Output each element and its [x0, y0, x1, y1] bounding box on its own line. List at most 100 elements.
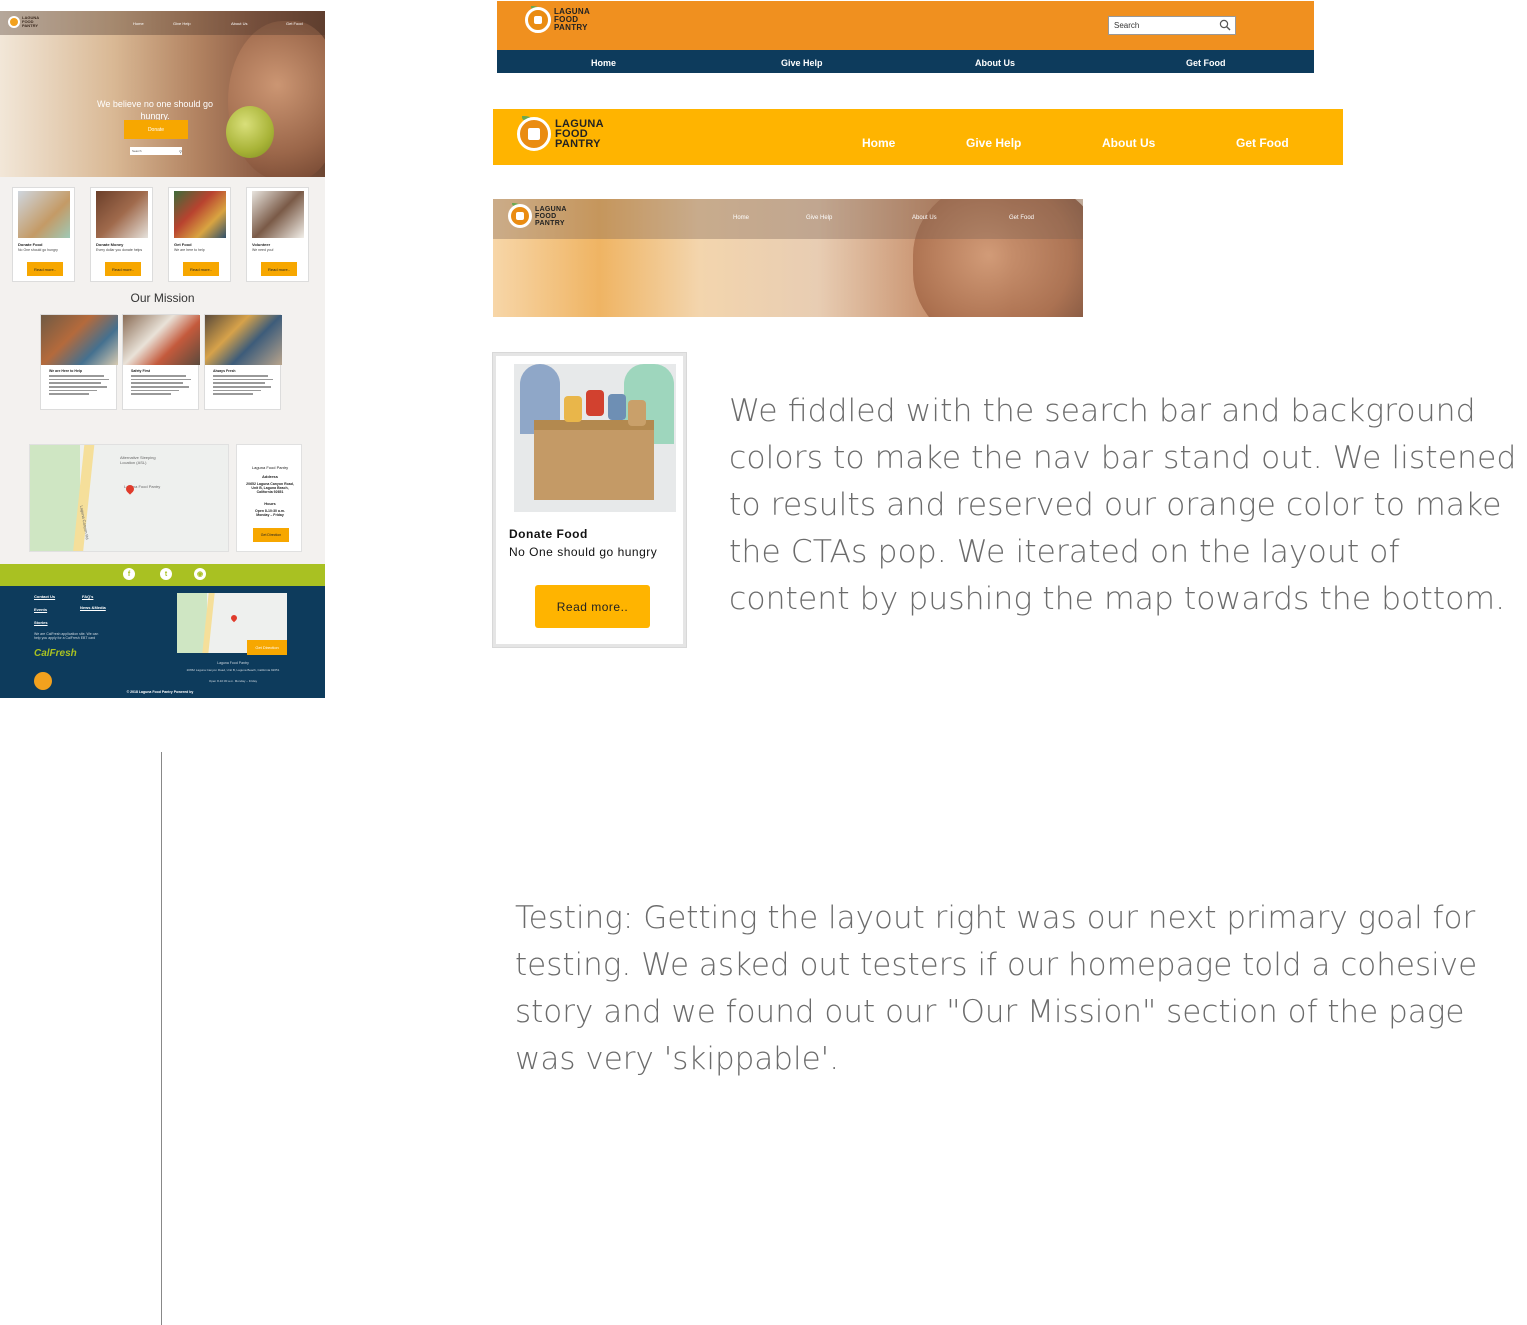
- footer-address: 20652 Laguna Canyon Road, Unit B, Laguna…: [186, 668, 280, 672]
- card-text: No One should go hungry: [18, 248, 58, 252]
- instagram-icon[interactable]: ◉: [194, 568, 206, 580]
- mission-card: Safety First: [122, 314, 200, 410]
- food-item: [564, 396, 582, 422]
- read-more-button[interactable]: Read more..: [105, 262, 141, 276]
- card-donate-money: Donate Money Every dollar you donate hel…: [90, 187, 153, 282]
- nav-about-us[interactable]: About Us: [912, 215, 937, 221]
- homepage-mockup: LAGUNA FOOD PANTRY Home Give Help About …: [0, 11, 325, 698]
- nav-get-food[interactable]: Get Food: [1236, 136, 1289, 150]
- card-title: Donate Food: [18, 242, 43, 247]
- card-image: [514, 364, 676, 512]
- get-direction-button[interactable]: Get Direction: [253, 528, 289, 542]
- read-more-button[interactable]: Read more..: [535, 585, 650, 628]
- mockup-nav-give-help[interactable]: Give Help: [173, 21, 191, 26]
- map-label: Alternative Sleeping Location (ASL): [120, 455, 156, 465]
- mission-image: [41, 315, 118, 365]
- read-more-button[interactable]: Read more..: [261, 262, 297, 276]
- card-text: Every dollar you donate helps: [96, 248, 143, 252]
- food-item: [586, 390, 604, 416]
- footer-link-faq[interactable]: FAQ's: [82, 594, 93, 599]
- card-title: Donate Money: [96, 242, 124, 247]
- food-item: [628, 400, 646, 426]
- navbar-variation-1: LAGUNA FOOD PANTRY Search Home Give Help…: [497, 1, 1314, 73]
- card-get-food: Get Food We are here to help Read more..: [168, 187, 231, 282]
- nav-home[interactable]: Home: [591, 58, 616, 68]
- footer-link-stories[interactable]: Stories: [34, 620, 48, 625]
- nav-give-help[interactable]: Give Help: [966, 136, 1021, 150]
- mockup-nav-home[interactable]: Home: [133, 21, 144, 26]
- mission-heading: Our Mission: [130, 291, 195, 305]
- logo-line: PANTRY: [535, 219, 565, 227]
- testing-paragraph: Testing: Getting the layout right was ou…: [515, 900, 1478, 1077]
- design-notes-paragraph: We fiddled with the search bar and backg…: [729, 393, 1517, 617]
- navbar-variation-3: LAGUNA FOOD PANTRY Home Give Help About …: [493, 199, 1083, 317]
- donate-food-card: Donate Food No One should go hungry Read…: [493, 353, 686, 647]
- nav-home[interactable]: Home: [733, 215, 749, 221]
- food-box: [534, 420, 654, 500]
- mockup-nav-get-food[interactable]: Get Food: [286, 21, 303, 26]
- divider-line: [161, 752, 162, 1325]
- nav-about-us[interactable]: About Us: [975, 58, 1015, 68]
- mockup-nav-about[interactable]: About Us: [231, 21, 247, 26]
- read-more-button[interactable]: Read more..: [27, 262, 63, 276]
- nav-about-us[interactable]: About Us: [1102, 136, 1155, 150]
- twitter-icon[interactable]: t: [160, 568, 172, 580]
- logo-line: PANTRY: [22, 23, 38, 28]
- search-placeholder: Search: [132, 149, 142, 153]
- mission-card: Always Fresh: [204, 314, 282, 410]
- copyright: © 2018 Laguna Food Pantry Powered by: [126, 690, 194, 694]
- card-volunteer: Volunteer We need you! Read more..: [246, 187, 309, 282]
- search-icon: ⚲: [179, 148, 182, 154]
- logo-icon: [8, 16, 20, 28]
- footer-link-contact[interactable]: Contact Us: [34, 594, 55, 599]
- nav-get-food[interactable]: Get Food: [1009, 215, 1034, 221]
- footer-link-events[interactable]: Events: [34, 607, 47, 612]
- nav-get-food[interactable]: Get Food: [1186, 58, 1226, 68]
- address: 20652 Laguna Canyon Road, Unit B, Laguna…: [246, 482, 294, 494]
- transparent-navbar: [493, 199, 1083, 239]
- read-more-button[interactable]: Read more..: [183, 262, 219, 276]
- search-input[interactable]: Search: [1108, 16, 1236, 35]
- nav-give-help[interactable]: Give Help: [806, 215, 832, 221]
- mockup-search-input[interactable]: Search ⚲: [130, 147, 182, 155]
- search-placeholder: Search: [1114, 21, 1140, 30]
- nav-give-help[interactable]: Give Help: [781, 58, 823, 68]
- donate-button[interactable]: Donate: [124, 120, 188, 139]
- card-text: We are here to help: [174, 248, 205, 252]
- logo-line: LAGUNA: [535, 205, 567, 213]
- mission-card-title: We are Here to Help: [49, 369, 83, 373]
- partner-logo: [34, 672, 52, 690]
- location-name: Laguna Food Pantry: [251, 465, 289, 470]
- card-donate-food: Donate Food No One should go hungry Read…: [12, 187, 75, 282]
- hours: Open 8-10:30 a.m. Monday – Friday: [255, 509, 285, 517]
- social-bar: f t ◉: [0, 564, 325, 586]
- search-icon[interactable]: [1219, 19, 1231, 31]
- footer: Contact Us FAQ's Events News &Media Stor…: [0, 586, 325, 698]
- hours-label: Hours: [264, 501, 276, 506]
- calfresh-logo: CalFresh: [34, 648, 77, 659]
- map-pin-icon: [229, 613, 239, 623]
- logo-icon: [525, 7, 551, 33]
- footer-hours: Open 8-10:30 a.m. Monday – Friday: [208, 679, 258, 683]
- nav-home[interactable]: Home: [862, 136, 895, 150]
- card-image: [18, 191, 70, 238]
- mockup-navbar: [0, 11, 325, 35]
- mission-image: [205, 315, 282, 365]
- card-text: No One should go hungry: [509, 545, 658, 559]
- card-image: [96, 191, 148, 238]
- facebook-icon[interactable]: f: [123, 568, 135, 580]
- map[interactable]: Alternative Sleeping Location (ASL) Lagu…: [29, 444, 229, 552]
- footer-link-news[interactable]: News &Media: [80, 605, 106, 610]
- card-title: Get Food: [174, 242, 192, 247]
- logo-line: PANTRY: [554, 23, 588, 32]
- mission-card-text: [49, 375, 109, 397]
- mockup-logo: LAGUNA FOOD PANTRY: [8, 16, 39, 28]
- mission-card-text: [213, 375, 273, 397]
- logo-icon: [508, 204, 532, 228]
- footer-get-direction-button[interactable]: Get Direction: [247, 640, 287, 655]
- navbar-variation-2: LAGUNA FOOD PANTRY Home Give Help About …: [493, 109, 1343, 165]
- mission-card-title: Safety First: [131, 369, 151, 373]
- card-title: Donate Food: [509, 527, 588, 541]
- mission-card-text: [131, 375, 191, 397]
- apple-image: [226, 106, 274, 158]
